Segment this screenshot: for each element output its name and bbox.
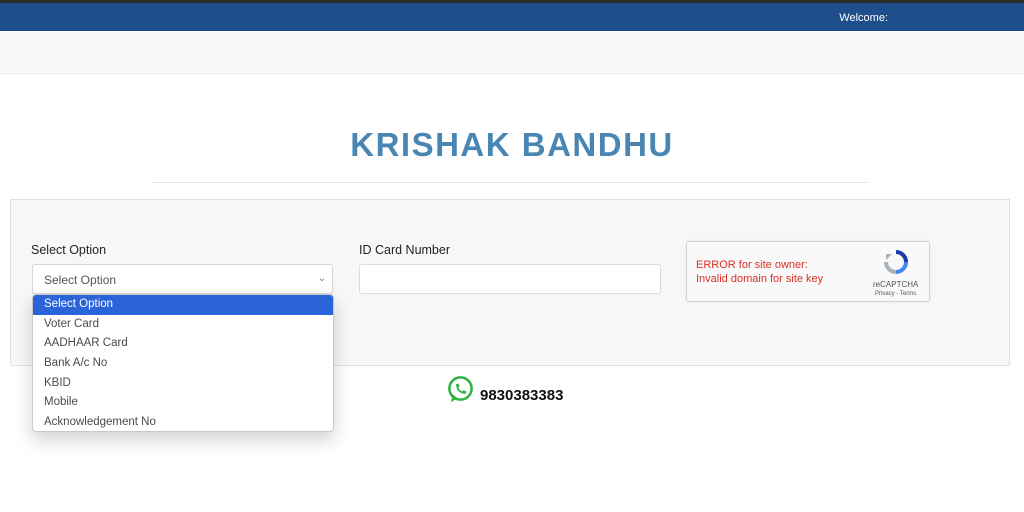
option-select[interactable]: Select Option ⌄ <box>32 264 333 294</box>
dropdown-option-select-option[interactable]: Select Option <box>33 295 333 315</box>
dropdown-option-acknowledgement-no[interactable]: Acknowledgement No <box>33 413 333 431</box>
dropdown-option-aadhaar-card[interactable]: AADHAAR Card <box>33 334 333 354</box>
option-dropdown-list: Select Option Voter Card AADHAAR Card Ba… <box>32 294 334 432</box>
title-divider <box>152 182 868 183</box>
recaptcha-icon <box>884 250 908 274</box>
recaptcha-privacy-terms[interactable]: Privacy - Terms <box>875 291 916 297</box>
recaptcha-brand: reCAPTCHA <box>873 280 919 289</box>
dropdown-option-bank-account[interactable]: Bank A/c No <box>33 354 333 374</box>
option-select-value: Select Option <box>44 273 117 287</box>
welcome-text: Welcome: <box>839 12 888 24</box>
dropdown-option-kbid[interactable]: KBID <box>33 374 333 394</box>
dropdown-option-mobile[interactable]: Mobile <box>33 393 333 413</box>
select-option-label: Select Option <box>31 243 107 257</box>
id-card-number-input[interactable] <box>359 264 661 294</box>
dropdown-option-voter-card[interactable]: Voter Card <box>33 315 333 335</box>
id-card-number-label: ID Card Number <box>359 243 450 257</box>
recaptcha-error-message: Invalid domain for site key <box>696 273 824 285</box>
chevron-down-icon: ⌄ <box>317 273 326 284</box>
sub-header-bar <box>0 31 1024 74</box>
contact-phone-number: 9830383383 <box>480 387 564 404</box>
recaptcha-error-title: ERROR for site owner: <box>696 259 808 271</box>
whatsapp-icon <box>448 376 473 403</box>
recaptcha-widget[interactable]: ERROR for site owner: Invalid domain for… <box>686 241 930 302</box>
page-title: KRISHAK BANDHU <box>350 126 674 163</box>
top-navbar: Welcome: <box>0 3 1024 31</box>
